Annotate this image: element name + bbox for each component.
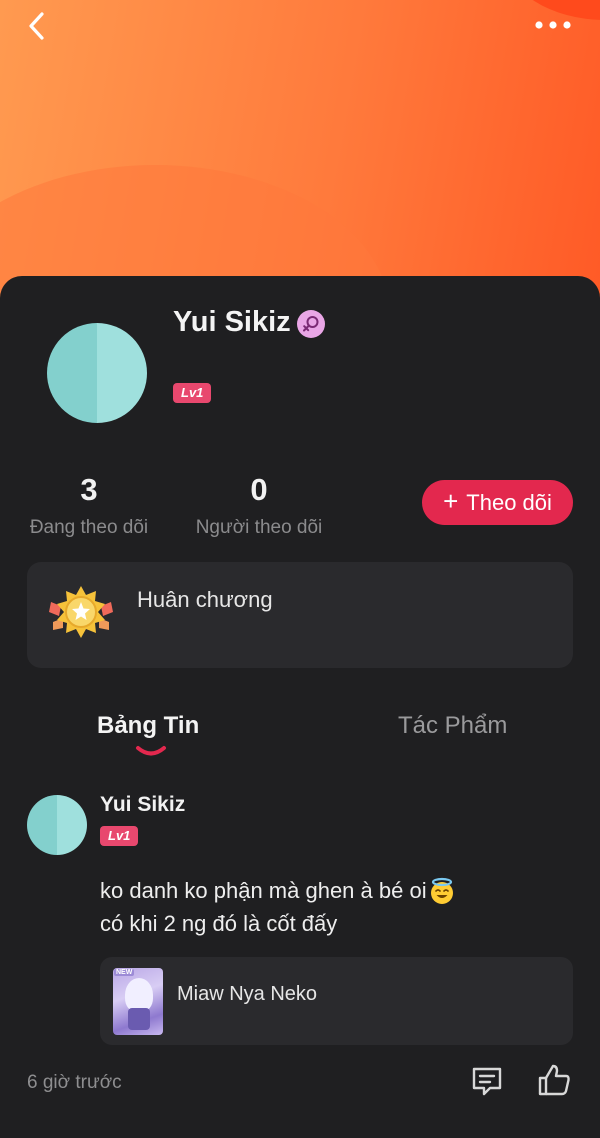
work-title: Miaw Nya Neko bbox=[177, 983, 318, 1005]
post-text-line: ko danh ko phận mà ghen à bé oi bbox=[100, 878, 427, 903]
followers-count: 0 bbox=[250, 472, 268, 507]
thumbnail-figure bbox=[128, 1008, 150, 1030]
post-level-badge: Lv1 bbox=[100, 826, 139, 846]
comment-button[interactable] bbox=[470, 1064, 504, 1098]
comment-icon bbox=[472, 1067, 502, 1096]
post-text-line: có khi 2 ng đó là cốt đấy bbox=[100, 911, 338, 936]
medals-section[interactable]: Huân chương bbox=[27, 562, 573, 668]
plus-icon: + bbox=[443, 485, 459, 516]
new-tag: NEW bbox=[114, 969, 135, 976]
medal-icon bbox=[49, 586, 113, 638]
post-author-avatar[interactable] bbox=[27, 795, 87, 855]
level-badge: Lv1 bbox=[173, 383, 212, 403]
chevron-left-icon bbox=[29, 12, 44, 40]
following-count: 3 bbox=[80, 472, 98, 507]
like-button[interactable] bbox=[536, 1062, 572, 1098]
follow-button-label: Theo dõi bbox=[466, 489, 552, 515]
post-author-name[interactable]: Yui Sikiz bbox=[100, 793, 185, 817]
back-button[interactable] bbox=[22, 10, 54, 42]
more-horizontal-icon bbox=[535, 21, 571, 29]
active-tab-indicator bbox=[136, 746, 166, 756]
more-options-button[interactable] bbox=[532, 12, 574, 38]
smiling-face-with-halo-icon bbox=[430, 877, 453, 904]
profile-card: Yui Sikiz Lv1 3 Đang theo dõi 0 Người th… bbox=[0, 276, 600, 1138]
medals-label: Huân chương bbox=[137, 587, 273, 612]
post-timestamp: 6 giờ trước bbox=[27, 1072, 122, 1093]
follow-button[interactable]: + Theo dõi bbox=[422, 480, 573, 525]
tab-works[interactable]: Tác Phẩm bbox=[398, 712, 507, 740]
followers-label: Người theo dõi bbox=[195, 517, 323, 538]
thumbnail-figure bbox=[125, 978, 153, 1012]
tab-news-feed[interactable]: Bảng Tin bbox=[97, 712, 199, 740]
following-stat[interactable]: 3 Đang theo dõi bbox=[26, 472, 152, 539]
post-content: ko danh ko phận mà ghen à bé oi có khi 2… bbox=[100, 874, 456, 940]
avatar[interactable] bbox=[47, 323, 147, 423]
thumbs-up-icon bbox=[538, 1064, 570, 1096]
female-icon bbox=[297, 310, 325, 338]
attached-work-card[interactable]: NEW Miaw Nya Neko bbox=[100, 957, 573, 1045]
work-thumbnail: NEW bbox=[113, 968, 163, 1035]
following-label: Đang theo dõi bbox=[29, 517, 149, 538]
followers-stat[interactable]: 0 Người theo dõi bbox=[192, 472, 326, 539]
profile-name: Yui Sikiz bbox=[173, 306, 291, 338]
profile-header-background bbox=[0, 0, 600, 320]
